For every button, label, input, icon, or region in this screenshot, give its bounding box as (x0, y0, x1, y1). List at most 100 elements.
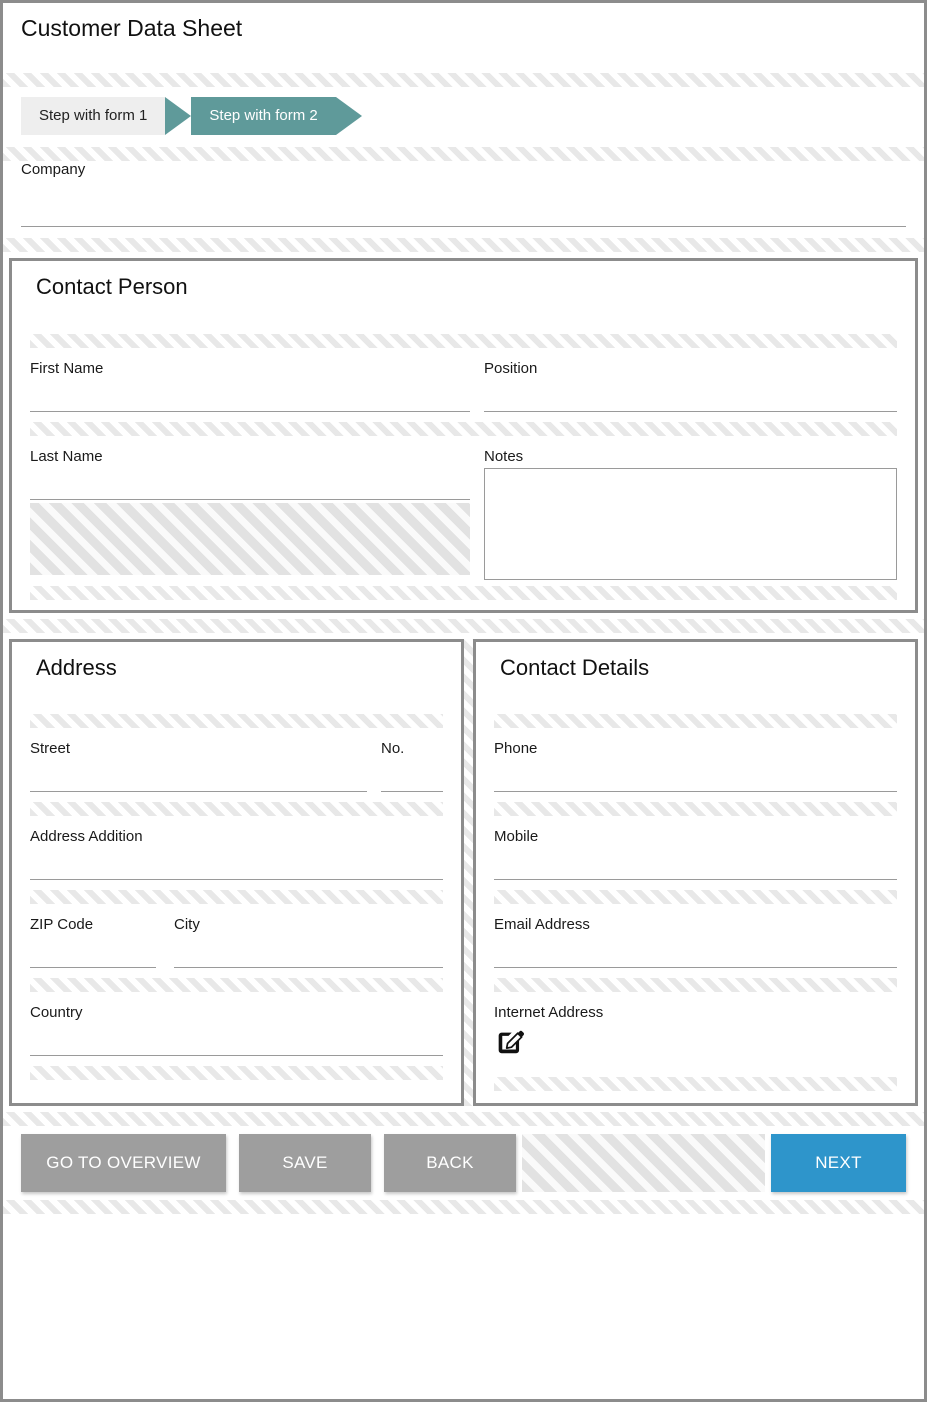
empty-placeholder-block (30, 503, 470, 575)
number-input[interactable] (381, 760, 443, 791)
phone-input-wrap[interactable] (494, 760, 897, 792)
spacer-strip (30, 978, 443, 992)
step-with-form-1[interactable]: Step with form 1 (21, 97, 165, 135)
panel-bottom-pad (30, 600, 897, 610)
next-button[interactable]: NEXT (771, 1134, 906, 1192)
street-input[interactable] (30, 760, 367, 791)
first-name-label: First Name (30, 360, 470, 378)
spacer-strip (3, 1200, 924, 1214)
company-input[interactable] (21, 181, 906, 226)
step-with-form-2[interactable]: Step with form 2 (191, 97, 335, 135)
country-input[interactable] (30, 1024, 443, 1055)
spacer-strip (3, 73, 924, 87)
number-input-wrap[interactable] (381, 760, 443, 792)
spacer-strip (494, 1077, 897, 1091)
mobile-row: Mobile (494, 828, 897, 880)
email-label: Email Address (494, 916, 897, 934)
step-indicator: Step with form 1 Step with form 2 (3, 87, 924, 135)
panel-bottom-pad (30, 1080, 443, 1092)
country-input-wrap[interactable] (30, 1024, 443, 1056)
spacer-strip (30, 1066, 443, 1080)
page-title: Customer Data Sheet (3, 3, 924, 43)
phone-field: Phone (494, 740, 897, 792)
address-addition-input[interactable] (30, 848, 443, 879)
first-name-field: First Name (30, 360, 470, 412)
last-name-field: Last Name (30, 448, 470, 500)
edit-icon[interactable] (494, 1026, 897, 1063)
back-button[interactable]: BACK (384, 1134, 516, 1192)
street-input-wrap[interactable] (30, 760, 367, 792)
step-arrow-2-icon (336, 97, 362, 135)
spacer-strip (30, 802, 443, 816)
first-name-input[interactable] (30, 380, 470, 411)
action-button-bar: GO TO OVERVIEW SAVE BACK NEXT (3, 1126, 924, 1200)
step-arrow-1-icon (165, 97, 191, 135)
internet-address-label: Internet Address (494, 1004, 897, 1022)
address-addition-label: Address Addition (30, 828, 443, 846)
country-label: Country (30, 1004, 443, 1022)
zip-code-label: ZIP Code (30, 916, 156, 934)
mobile-field: Mobile (494, 828, 897, 880)
email-input[interactable] (494, 936, 897, 967)
spacer-strip (494, 890, 897, 904)
street-field: Street (30, 740, 367, 792)
notes-textarea-wrap[interactable] (484, 468, 897, 580)
email-row: Email Address (494, 916, 897, 968)
last-name-input-wrap[interactable] (30, 468, 470, 500)
spacer-strip (3, 1112, 924, 1126)
address-addition-row: Address Addition (30, 828, 443, 880)
phone-label: Phone (494, 740, 897, 758)
street-label: Street (30, 740, 367, 758)
contact-person-title: Contact Person (30, 261, 897, 301)
street-number-row: Street No. (30, 740, 443, 792)
spacer-strip (494, 978, 897, 992)
phone-input[interactable] (494, 760, 897, 791)
panel-bottom-pad (494, 1091, 897, 1103)
company-label: Company (21, 161, 906, 179)
notes-textarea[interactable] (485, 469, 896, 579)
mobile-input[interactable] (494, 848, 897, 879)
spacer-strip (3, 619, 924, 633)
address-addition-input-wrap[interactable] (30, 848, 443, 880)
address-title: Address (30, 642, 443, 682)
zip-code-input[interactable] (30, 936, 156, 967)
spacer-strip (494, 714, 897, 728)
position-field: Position (484, 360, 897, 412)
company-field: Company (21, 161, 906, 227)
internet-address-row: Internet Address (494, 1004, 897, 1063)
company-input-wrap[interactable] (21, 181, 906, 227)
position-input[interactable] (484, 380, 897, 411)
notes-field: Notes (484, 448, 897, 580)
city-input[interactable] (174, 936, 443, 967)
address-contact-details-row: Address Street No. (9, 639, 918, 1106)
step-2-label: Step with form 2 (209, 107, 317, 124)
last-name-input[interactable] (30, 468, 470, 499)
position-input-wrap[interactable] (484, 380, 897, 412)
mobile-input-wrap[interactable] (494, 848, 897, 880)
city-input-wrap[interactable] (174, 936, 443, 968)
spacer-strip (3, 147, 924, 161)
email-input-wrap[interactable] (494, 936, 897, 968)
number-label: No. (381, 740, 443, 758)
first-name-input-wrap[interactable] (30, 380, 470, 412)
country-row: Country (30, 1004, 443, 1056)
spacer-strip (30, 890, 443, 904)
spacer-strip (3, 238, 924, 252)
phone-row: Phone (494, 740, 897, 792)
spacer-strip (30, 334, 897, 348)
mobile-label: Mobile (494, 828, 897, 846)
last-name-notes-row: Last Name Notes (30, 448, 897, 580)
internet-address-field: Internet Address (494, 1004, 897, 1063)
notes-label: Notes (484, 448, 897, 466)
city-label: City (174, 916, 443, 934)
zip-city-row: ZIP Code City (30, 916, 443, 968)
save-button[interactable]: SAVE (239, 1134, 371, 1192)
zip-code-input-wrap[interactable] (30, 936, 156, 968)
first-name-position-row: First Name Position (30, 360, 897, 412)
contact-details-title: Contact Details (494, 642, 897, 682)
contact-details-panel: Contact Details Phone Mobile (473, 639, 918, 1106)
contact-person-panel: Contact Person First Name Position (9, 258, 918, 614)
go-to-overview-button[interactable]: GO TO OVERVIEW (21, 1134, 226, 1192)
step-1-label: Step with form 1 (39, 107, 147, 124)
spacer-strip (494, 802, 897, 816)
